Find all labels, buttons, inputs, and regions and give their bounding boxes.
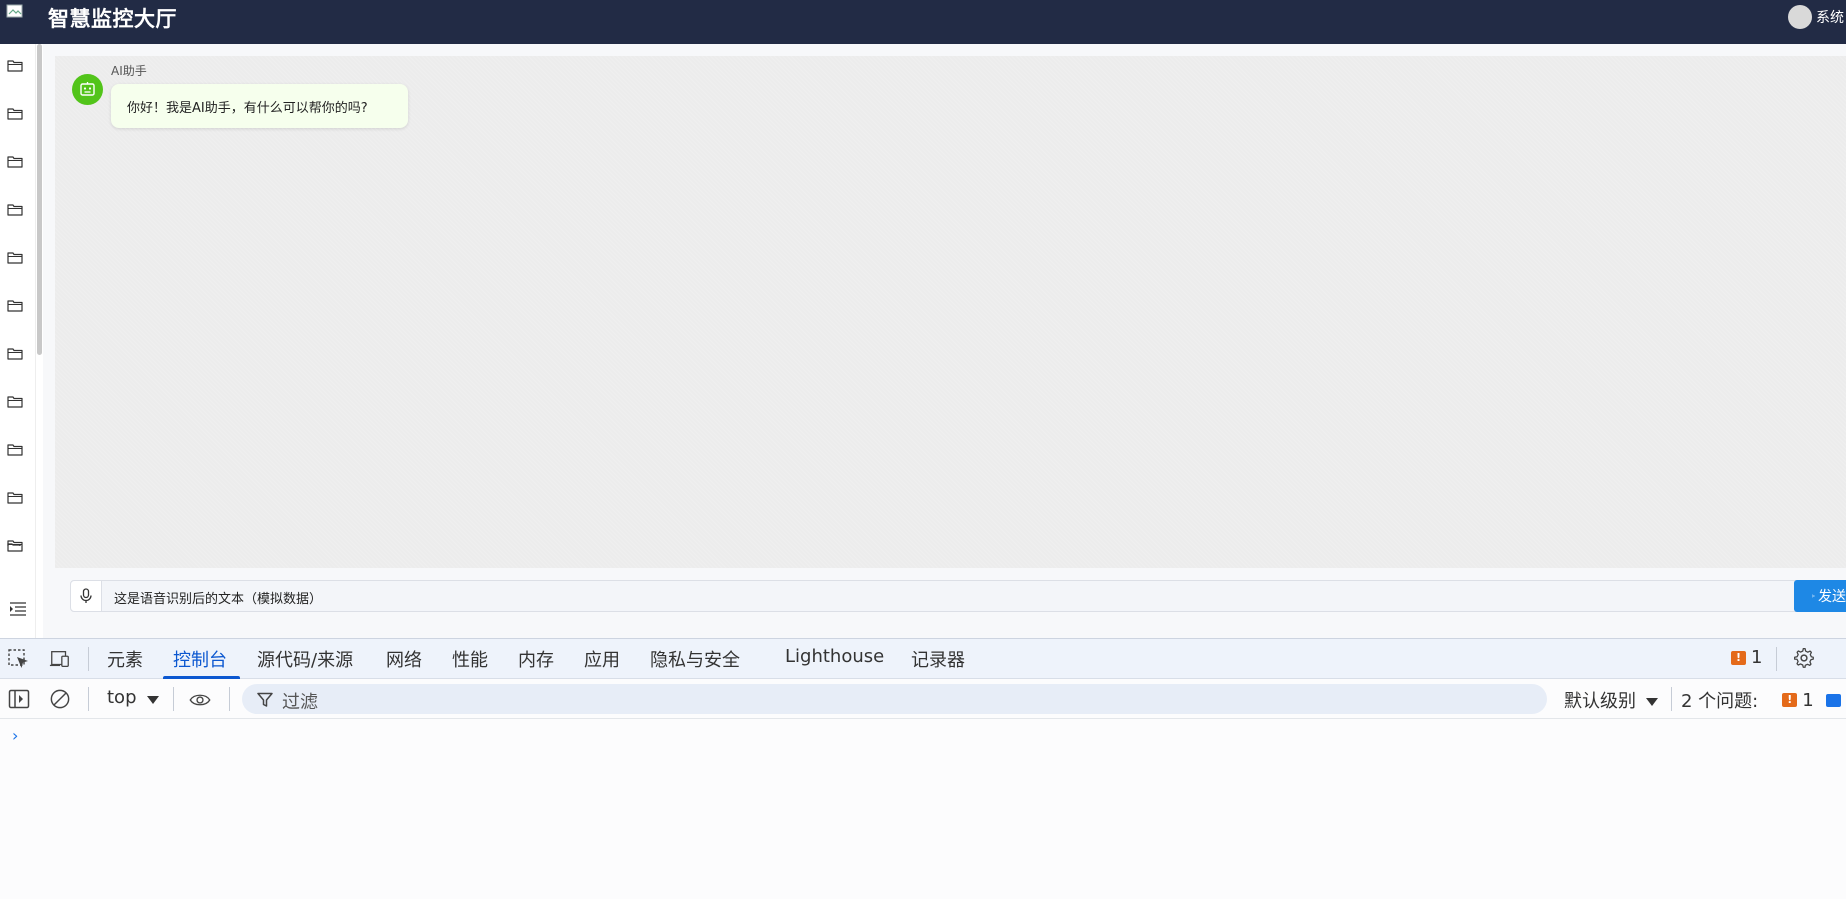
folder-icon [7, 396, 23, 408]
sidebar-item[interactable] [7, 346, 25, 364]
user-name: 系统 [1816, 10, 1844, 26]
folder-icon [7, 108, 23, 120]
divider [1671, 687, 1672, 711]
folder-icon [7, 252, 23, 264]
divider [88, 647, 89, 671]
console-toolbar: top 过滤 默认级别 2 个问题: ! 1 1 [0, 679, 1846, 719]
device-toolbar-icon[interactable] [49, 649, 71, 669]
chat-messages [55, 56, 1846, 568]
context-label: top [107, 687, 137, 708]
log-level-label: 默认级别 [1564, 691, 1636, 712]
error-icon: ! [1731, 650, 1746, 665]
sidebar-item[interactable] [7, 154, 25, 172]
tab-5[interactable]: 内存 [518, 646, 554, 679]
sidebar-item[interactable] [7, 490, 25, 508]
error-icon: ! [1782, 693, 1798, 707]
sidebar-item-partial [7, 540, 21, 546]
console-prompt[interactable]: › [12, 726, 18, 745]
eye-icon[interactable] [189, 690, 211, 710]
folder-icon [7, 60, 23, 72]
folder-icon [7, 204, 23, 216]
issue-count: 1 [1751, 647, 1763, 668]
voice-button[interactable] [71, 581, 102, 611]
send-label: 发送 [1818, 589, 1846, 605]
folder-icon [7, 444, 23, 456]
sidebar-toggle-icon[interactable] [8, 689, 30, 709]
chat-input[interactable]: 这是语音识别后的文本（模拟数据） [114, 588, 322, 607]
folder-icon [7, 300, 23, 312]
sidebar-item[interactable] [7, 442, 25, 460]
robot-icon [80, 82, 95, 96]
bot-message: 你好！我是AI助手，有什么可以帮你的吗? [111, 84, 408, 128]
issues-summary[interactable]: 2 个问题: ! 1 1 [1681, 687, 1846, 713]
chat-input-row: 这是语音识别后的文本（模拟数据） [70, 580, 1846, 612]
tab-4[interactable]: 性能 [452, 646, 488, 679]
broken-logo-icon [6, 4, 23, 18]
tab-0[interactable]: 元素 [107, 646, 143, 679]
tab-1[interactable]: 控制台 [163, 646, 240, 679]
avatar [1788, 5, 1812, 29]
tab-6[interactable]: 应用 [584, 646, 620, 679]
send-button[interactable]: 发送 [1794, 580, 1846, 612]
sidebar-item[interactable] [7, 394, 25, 412]
sidebar-item[interactable] [7, 250, 25, 268]
issues-counter[interactable]: ! 1 [1731, 647, 1762, 668]
divider [1776, 647, 1777, 671]
clear-console-icon[interactable] [49, 689, 71, 709]
user-menu[interactable]: 系统 [1788, 4, 1846, 30]
sidebar-item[interactable] [7, 106, 25, 124]
tab-3[interactable]: 网络 [386, 646, 422, 679]
microphone-icon [80, 588, 92, 603]
devtools-tabbar: 元素 控制台 源代码/来源 网络 性能 内存 应用 隐私与安全 Lighthouse 记录器 ! … [0, 639, 1846, 679]
folder-icon [7, 348, 23, 360]
folder-icon [7, 492, 23, 504]
inspect-element-icon[interactable] [8, 649, 30, 669]
issues-label: 2 个问题: [1681, 691, 1759, 712]
bot-avatar [72, 74, 103, 105]
indent-icon[interactable] [9, 601, 27, 617]
gear-icon[interactable] [1793, 648, 1815, 668]
context-selector[interactable]: top [107, 687, 159, 708]
divider [229, 687, 230, 711]
dropdown-arrow-icon [1646, 698, 1658, 706]
issues-error-count: 1 [1802, 689, 1814, 711]
filter-icon [257, 692, 273, 707]
filter-placeholder: 过滤 [282, 692, 318, 713]
filter-input[interactable]: 过滤 [242, 684, 1547, 714]
dropdown-arrow-icon [146, 695, 159, 704]
sidebar-item[interactable] [7, 298, 25, 316]
more-menu-icon[interactable] [1840, 650, 1846, 670]
info-icon [1825, 693, 1841, 707]
tab-2[interactable]: 源代码/来源 [257, 646, 353, 679]
devtools-panel: 元素 控制台 源代码/来源 网络 性能 内存 应用 隐私与安全 Lighthouse 记录器 ! … [0, 638, 1846, 899]
divider [88, 687, 89, 711]
tab-9[interactable]: 记录器 [911, 646, 965, 679]
sidebar-scrollbar[interactable] [37, 44, 42, 355]
tab-7[interactable]: 隐私与安全 [650, 646, 740, 679]
log-level-selector[interactable]: 默认级别 [1564, 687, 1658, 713]
sidebar-item[interactable] [7, 202, 25, 220]
divider [173, 687, 174, 711]
tab-8[interactable]: Lighthouse [785, 646, 884, 679]
folder-icon [7, 156, 23, 168]
sidebar-item[interactable] [7, 58, 25, 76]
bot-name: AI助手 [111, 64, 147, 78]
send-icon [1812, 594, 1815, 598]
app-header: 智慧监控大厅 系统 [0, 0, 1846, 44]
app-title: 智慧监控大厅 [48, 7, 177, 31]
